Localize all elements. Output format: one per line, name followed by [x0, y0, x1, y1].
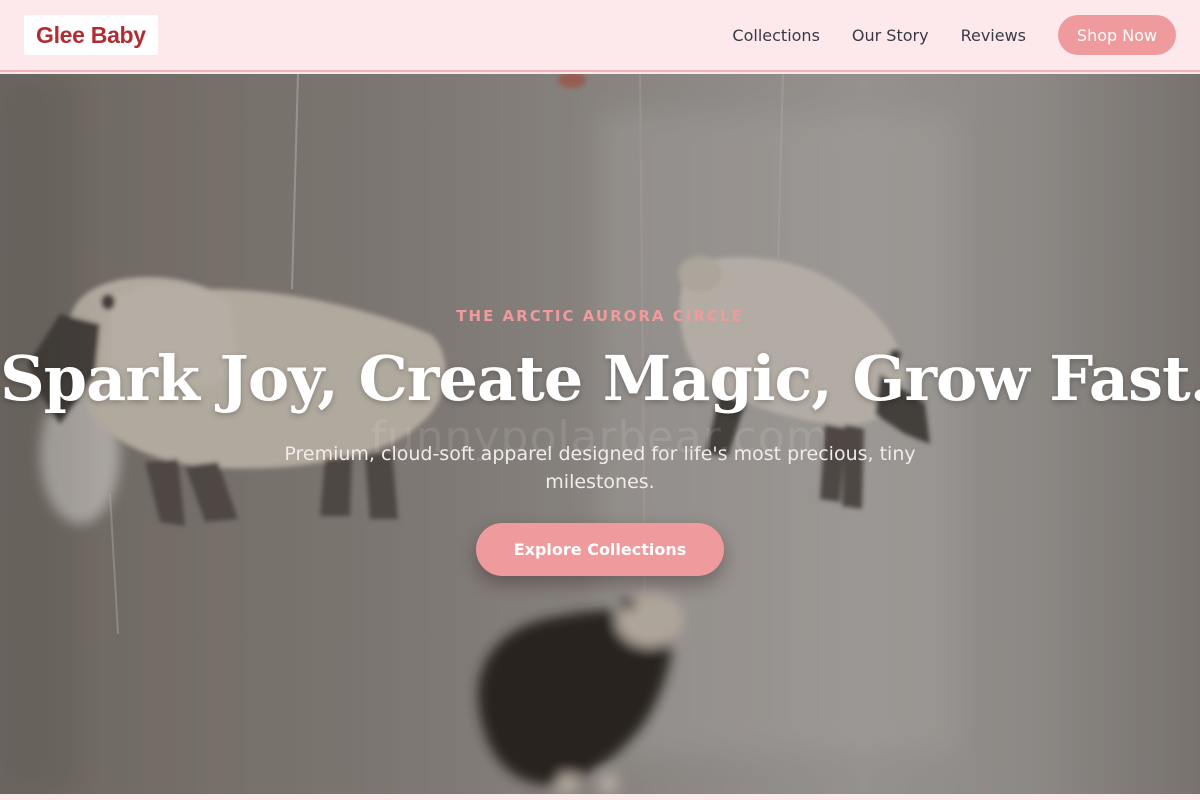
- nav-link-collections[interactable]: Collections: [732, 26, 819, 45]
- main-nav: Collections Our Story Reviews Shop Now: [732, 15, 1176, 55]
- hero-subtitle: Premium, cloud-soft apparel designed for…: [284, 443, 916, 493]
- hero-eyebrow: THE ARCTIC AURORA CIRCLE: [456, 307, 744, 325]
- hero-headline: Spark Joy, Create Magic, Grow Fast.: [0, 342, 1200, 415]
- site-header: Glee Baby Collections Our Story Reviews …: [0, 0, 1200, 72]
- page-bottom-strip: [0, 794, 1200, 800]
- nav-link-our-story[interactable]: Our Story: [852, 26, 929, 45]
- hero-section: funnypolarbear.com THE ARCTIC AURORA CIR…: [0, 74, 1200, 794]
- shop-now-button[interactable]: Shop Now: [1058, 15, 1176, 55]
- explore-collections-button[interactable]: Explore Collections: [476, 523, 724, 576]
- brand-logo[interactable]: Glee Baby: [24, 15, 158, 55]
- nav-link-reviews[interactable]: Reviews: [961, 26, 1026, 45]
